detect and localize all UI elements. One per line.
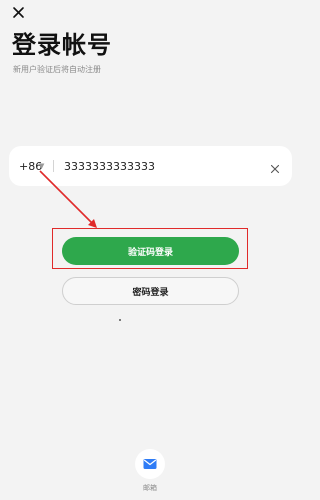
email-login-button[interactable] — [135, 449, 165, 479]
dot-mark — [119, 319, 121, 321]
email-login-label: 邮箱 — [143, 484, 157, 492]
page-subtitle: 新用户验证后将自动注册 — [13, 65, 101, 74]
mail-icon — [143, 459, 157, 469]
sms-code-login-button[interactable]: 验证码登录 — [62, 237, 239, 265]
phone-input-card: +86 ▼ — [9, 146, 292, 186]
close-button[interactable] — [10, 4, 28, 22]
password-login-button[interactable]: 密码登录 — [62, 277, 239, 305]
page-title: 登录帐号 — [12, 31, 112, 59]
close-icon — [13, 7, 24, 18]
chevron-down-icon[interactable]: ▼ — [39, 161, 44, 171]
clear-icon[interactable] — [269, 160, 281, 174]
field-divider — [53, 160, 54, 172]
phone-number-input[interactable] — [64, 158, 254, 174]
